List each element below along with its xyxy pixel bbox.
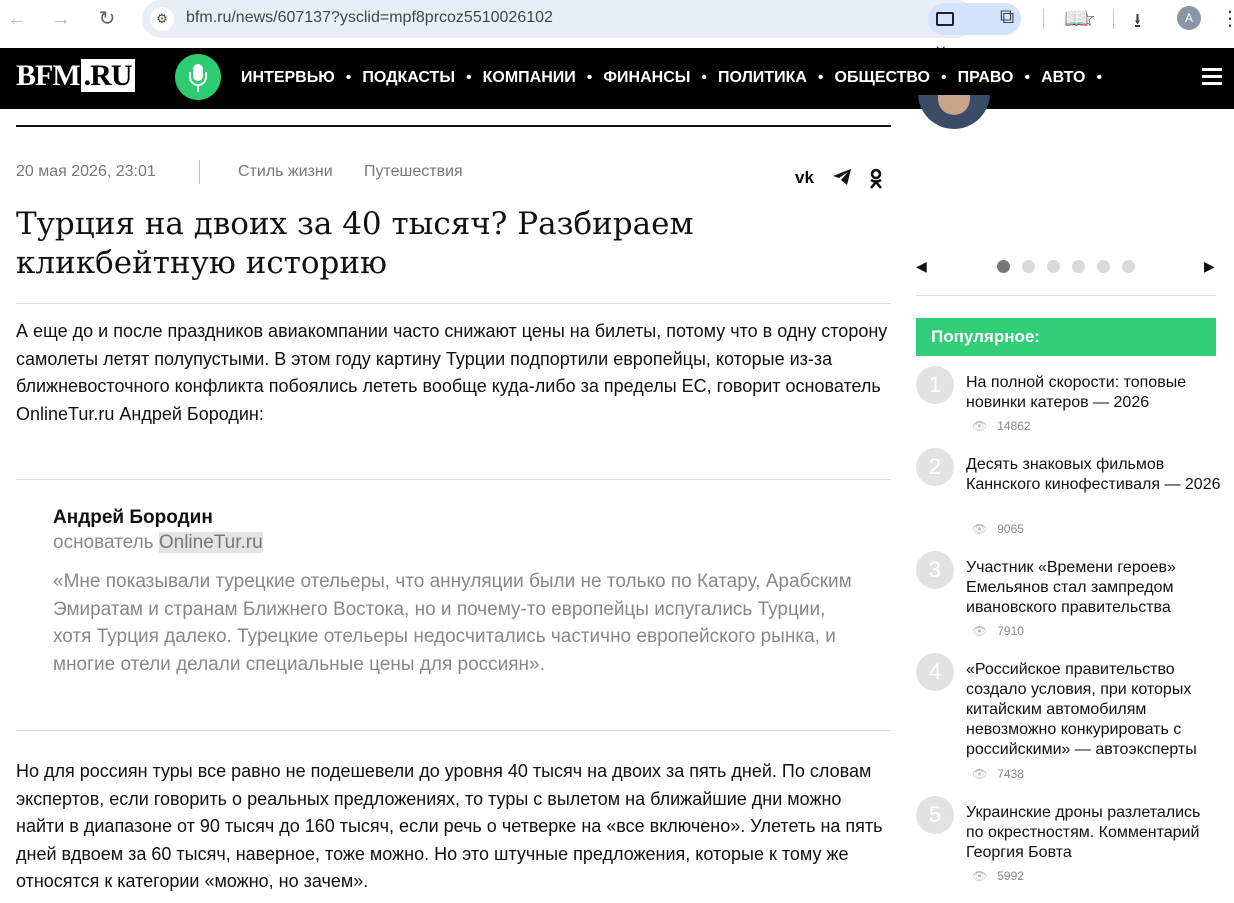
toolbar-divider (1113, 9, 1114, 29)
popular-title-link[interactable]: «Российское правительство создало услови… (966, 660, 1221, 760)
install-icon (936, 12, 954, 26)
popular-rank: 5 (916, 796, 954, 834)
quote-bottom-divider (16, 730, 891, 731)
hamburger-menu-icon[interactable] (1202, 68, 1222, 86)
reload-icon[interactable]: ↻ (94, 6, 120, 32)
logo-main: BFM (16, 59, 81, 92)
nav-separator: • (940, 69, 947, 86)
sidebar-divider (916, 295, 1216, 296)
popular-views: 👁 9065 (972, 522, 1024, 536)
logo-ru: .RU (80, 59, 135, 92)
rubric-link-lifestyle[interactable]: Стиль жизни (238, 163, 333, 181)
carousel-dots (997, 260, 1147, 273)
nav-separator: • (586, 69, 593, 86)
popular-title-link[interactable]: На полной скорости: топовые новинки кате… (966, 373, 1221, 413)
paragraph-text: Но для россиян туры все равно не подешев… (16, 761, 883, 891)
view-count: 7438 (997, 767, 1024, 781)
nav-item-companies[interactable]: КОМПАНИИ (483, 68, 576, 88)
popular-heading: Популярное: (916, 318, 1216, 356)
carousel-dot[interactable] (1122, 260, 1135, 273)
eye-icon: 👁 (972, 419, 988, 433)
ok-share-icon[interactable] (868, 168, 884, 195)
author-photo[interactable] (918, 95, 990, 129)
popular-title-link[interactable]: Участник «Времени героев» Емельянов стал… (966, 558, 1221, 618)
url-text[interactable]: bfm.ru/news/607137?ysclid=mpf8prcoz55100… (186, 9, 553, 27)
popular-views: 👁 5992 (972, 869, 1024, 883)
quote-author-role: основатель OnlineTur.ru (53, 532, 263, 554)
carousel-prev-icon[interactable]: ◀ (916, 258, 927, 275)
back-icon[interactable]: ← (4, 6, 30, 32)
site-header: BFM .RU ИНТЕРВЬЮ • ПОДКАСТЫ • КОМПАНИИ • ФИН… (0, 48, 1234, 109)
nav-item-politics[interactable]: ПОЛИТИКА (718, 68, 807, 88)
nav-separator: • (817, 69, 824, 86)
popular-rank: 3 (916, 551, 954, 589)
nav-separator: • (466, 69, 472, 86)
title-divider (16, 303, 891, 304)
popular-rank: 1 (916, 366, 954, 404)
popular-title-link[interactable]: Украинские дроны разлетались по окрестно… (966, 803, 1221, 863)
eye-icon: 👁 (972, 767, 988, 781)
reading-mode-icon[interactable]: 📖 (1064, 6, 1089, 31)
nav-item-finance[interactable]: ФИНАНСЫ (603, 68, 690, 88)
popular-views: 👁 14862 (972, 419, 1031, 433)
quote-text: «Мне показывали турецкие отельеры, что а… (53, 571, 852, 675)
site-info-icon[interactable]: ⚙ (150, 7, 174, 31)
browser-menu-icon[interactable]: ⋮ (1220, 6, 1234, 31)
popular-title-link[interactable]: Десять знаковых фильмов Каннского кинофе… (966, 455, 1221, 495)
eye-icon: 👁 (972, 869, 988, 883)
carousel-dot[interactable] (1072, 260, 1085, 273)
popular-rank: 2 (916, 448, 954, 486)
quote-role-org: OnlineTur.ru (158, 532, 263, 553)
carousel-dot[interactable] (1022, 260, 1035, 273)
forward-icon[interactable]: → (48, 6, 74, 32)
article-title: Турция на двоих за 40 тысяч? Разбираем к… (16, 206, 694, 281)
nav-separator: • (345, 69, 352, 86)
view-count: 9065 (997, 522, 1024, 536)
telegram-share-icon[interactable] (832, 168, 852, 191)
popular-views: 👁 7910 (972, 624, 1024, 638)
article-top-rule (16, 125, 891, 127)
carousel-dot[interactable] (1097, 260, 1110, 273)
nav-item-society[interactable]: ОБЩЕСТВО (835, 68, 930, 88)
address-bar[interactable]: ⚙ bfm.ru/news/607137?ysclid=mpf8prcoz551… (142, 0, 1096, 59)
carousel-dot[interactable] (1047, 260, 1060, 273)
site-logo[interactable]: BFM .RU (16, 59, 135, 92)
view-count: 14862 (997, 419, 1031, 433)
downloads-icon[interactable]: ⭳ (1134, 6, 1141, 40)
carousel-dot[interactable] (997, 260, 1010, 273)
quote-top-divider (16, 479, 891, 480)
browser-toolbar: ← → ↻ ⚙ bfm.ru/news/607137?ysclid=mpf8pr… (0, 0, 1234, 59)
rubric-link-travel[interactable]: Путешествия (364, 163, 463, 181)
nav-item-law[interactable]: ПРАВО (958, 68, 1014, 88)
microphone-icon[interactable] (175, 54, 221, 100)
nav-separator: • (1024, 69, 1031, 86)
article-date: 20 мая 2026, 23:01 (16, 163, 156, 180)
nav-item-interviews[interactable]: ИНТЕРВЬЮ (241, 68, 335, 88)
eye-icon: 👁 (972, 522, 988, 536)
article-paragraph: Но для россиян туры все равно не подешев… (16, 758, 891, 896)
nav-item-podcasts[interactable]: ПОДКАСТЫ (362, 68, 455, 88)
quote-role-prefix: основатель (53, 532, 154, 553)
nav-item-auto[interactable]: АВТО (1041, 68, 1085, 88)
extensions-icon[interactable]: ⧉ (1000, 6, 1014, 29)
view-count: 7910 (997, 624, 1024, 638)
paragraph-text: А еще до и после праздников авиакомпании… (16, 321, 888, 424)
vk-share-icon[interactable]: vk (795, 168, 814, 188)
popular-rank: 4 (916, 653, 954, 691)
article-paragraph: А еще до и после праздников авиакомпании… (16, 318, 891, 428)
toolbar-divider (1043, 9, 1044, 29)
quote-author-name: Андрей Бородин (53, 507, 213, 528)
carousel-next-icon[interactable]: ▶ (1204, 258, 1215, 275)
nav-separator: • (701, 69, 708, 86)
profile-avatar[interactable]: A (1177, 6, 1201, 30)
main-nav: ИНТЕРВЬЮ • ПОДКАСТЫ • КОМПАНИИ • ФИНАНСЫ • П… (241, 68, 1113, 88)
popular-views: 👁 7438 (972, 767, 1024, 781)
nav-separator: • (1096, 69, 1103, 86)
view-count: 5992 (997, 869, 1024, 883)
meta-divider (199, 160, 200, 184)
eye-icon: 👁 (972, 624, 988, 638)
